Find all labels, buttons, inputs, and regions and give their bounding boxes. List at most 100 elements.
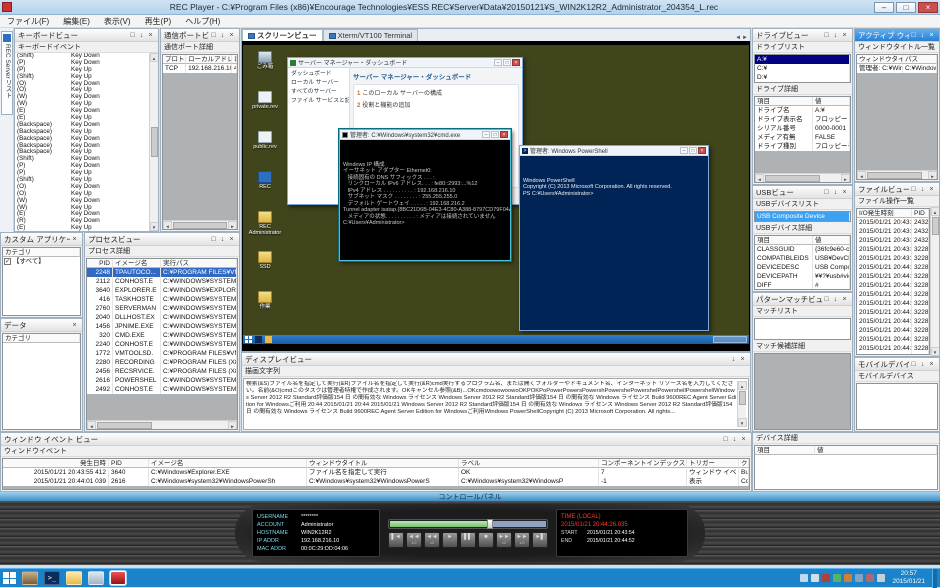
float-icon[interactable]: □ [721, 434, 730, 445]
explorer-taskbar-icon[interactable] [265, 336, 272, 343]
close-icon[interactable]: × [840, 30, 849, 41]
powershell-taskbar-icon[interactable]: >_ [44, 571, 60, 585]
screen-view[interactable]: ごみ箱private.revpublic.revRECREC Administr… [241, 41, 751, 352]
table-row[interactable]: DEVICEDESCUSB Composite ... [755, 263, 850, 272]
powershell-window[interactable]: > 管理者: Windows PowerShell –□× Windows Po… [519, 145, 709, 331]
desktop-icon[interactable]: SSD [243, 251, 287, 270]
show-desktop-button[interactable] [932, 569, 937, 588]
table-row[interactable]: 2015/01/21 20:44:013228 [857, 299, 929, 308]
scroll-left-icon[interactable]: ◄ [87, 421, 96, 430]
seek-slider[interactable] [388, 519, 548, 529]
close-button[interactable]: × [918, 2, 938, 13]
start-button[interactable] [3, 572, 16, 584]
vertical-scrollbar[interactable]: ▲ ▼ [737, 381, 746, 427]
table-row[interactable]: CLASSGUID{36fc9e60-c465-11... [755, 245, 850, 254]
table-row[interactable]: TCP192.168.216.1049181 [163, 64, 237, 73]
pin-icon[interactable]: ↓ [831, 30, 840, 41]
transport-button[interactable]: ► [442, 532, 458, 548]
scroll-down-icon[interactable]: ▼ [738, 418, 747, 427]
nav-item[interactable]: すべてのサーバー [288, 88, 349, 97]
close-icon[interactable]: × [840, 294, 849, 305]
close-icon[interactable]: × [698, 147, 706, 154]
table-row[interactable]: 2248TPAUTOCO...C:¥PROGRAM FILES¥VM [87, 268, 237, 277]
close-icon[interactable]: × [70, 234, 79, 245]
scroll-up-icon[interactable]: ▲ [738, 381, 747, 390]
table-row[interactable]: 3640EXPLORER.EC:¥WINDOWS¥EXPLORER [87, 286, 237, 295]
desktop-icon[interactable]: 作業 [243, 291, 287, 310]
table-row[interactable]: 2240CONHOST.EC:¥WINDOWS¥SYSTEM32 [87, 340, 237, 349]
tray-icon[interactable] [877, 574, 885, 582]
pin-icon[interactable]: ↓ [831, 294, 840, 305]
scroll-thumb[interactable] [97, 422, 152, 429]
table-row[interactable]: 2015/01/21 20:44:003228 [857, 272, 929, 281]
table-row[interactable]: 2015/01/21 20:44:003228 [857, 281, 929, 290]
float-icon[interactable]: □ [128, 30, 137, 41]
clock[interactable]: 20:57 2015/01/21 [888, 570, 929, 586]
tray-icon[interactable] [855, 574, 863, 582]
table-row[interactable]: 2015/01/21 20:43:552432 [857, 227, 929, 236]
scroll-thumb[interactable] [151, 127, 158, 157]
minimize-button[interactable]: – [874, 2, 894, 13]
scroll-right-icon[interactable]: ► [928, 171, 937, 180]
table-row[interactable]: DIFF# [755, 281, 850, 290]
table-row[interactable]: 416TASKHOSTEC:¥WINDOWS¥SYSTEM32 [87, 295, 237, 304]
float-icon[interactable]: □ [209, 30, 218, 41]
checkbox-icon[interactable]: ✓ [4, 258, 11, 265]
scroll-thumb[interactable] [932, 217, 939, 235]
menu-item[interactable]: 編集(E) [56, 16, 97, 27]
close-icon[interactable]: × [227, 234, 236, 245]
pin-icon[interactable]: ↓ [918, 359, 927, 370]
rec-server-list-tab[interactable]: REC Serverリスト [1, 31, 13, 115]
table-row[interactable]: 2015/01/21 20:43:55 4123640C:¥Windows¥Ex… [3, 468, 749, 477]
scroll-left-icon[interactable]: ◄ [755, 174, 764, 183]
tray-icon[interactable] [822, 574, 830, 582]
table-row[interactable]: 2015/01/21 20:44:023228 [857, 317, 929, 326]
match-list[interactable] [754, 318, 851, 340]
table-row[interactable]: 1772VMTOOLSD.C:¥PROGRAM FILES¥VM [87, 349, 237, 358]
table-row[interactable]: 2015/01/21 20:44:023228 [857, 335, 929, 344]
nav-item[interactable]: ダッシュボード [288, 70, 349, 79]
close-icon[interactable]: × [227, 30, 236, 41]
pin-icon[interactable]: ↓ [831, 187, 840, 198]
close-icon[interactable]: × [840, 187, 849, 198]
tray-icon[interactable] [800, 574, 808, 582]
vertical-scrollbar[interactable]: ▲ ▼ [149, 53, 158, 231]
table-row[interactable]: 1456JPNIME.EXEC:¥WINDOWS¥SYSTEM32 [87, 322, 237, 331]
keyboard-event-row[interactable]: (E)Key Up [15, 225, 149, 231]
nav-item[interactable]: ローカル サーバー [288, 79, 349, 88]
file-explorer-taskbar-icon[interactable] [66, 571, 82, 585]
desktop-icon[interactable]: REC [243, 171, 287, 190]
table-row[interactable]: 2015/01/21 20:43:552432 [857, 236, 929, 245]
rec-player-taskbar-icon[interactable] [110, 571, 126, 585]
control-panel-header[interactable]: コントロールパネル [0, 492, 940, 501]
horizontal-scrollbar[interactable]: ◄► [857, 170, 937, 179]
transport-button[interactable]: ▌▌ [460, 532, 476, 548]
table-row[interactable]: ドライブ名A:¥ [755, 106, 850, 115]
table-row[interactable]: 管理者: C:¥Windows¥systC:¥Windows¥sy [857, 64, 937, 73]
table-row[interactable]: 2112CONHOST.EC:¥WINDOWS¥SYSTEM32 [87, 277, 237, 286]
maximize-button[interactable]: □ [896, 2, 916, 13]
table-row[interactable]: 2760SERVERMANC:¥WINDOWS¥SYSTEM32 [87, 304, 237, 313]
computer-taskbar-icon[interactable] [88, 571, 104, 585]
scroll-thumb[interactable] [739, 391, 746, 405]
table-row[interactable]: 2015/01/21 20:44:01 0392616C:¥Windows¥sy… [3, 477, 749, 486]
powershell-taskbar-icon[interactable] [255, 336, 262, 343]
quick-start-item[interactable]: 2役割と機能の追加 [357, 100, 515, 112]
desktop-icon[interactable]: ごみ箱 [243, 51, 287, 70]
table-row[interactable]: COMPATIBLEIDSUSB¥DevClass_... [755, 254, 850, 263]
close-icon[interactable]: × [738, 354, 747, 365]
server-manager-taskbar-icon[interactable] [22, 571, 38, 585]
table-row[interactable]: メディア有無FALSE [755, 133, 850, 142]
transport-button[interactable]: ►►1/2 [514, 532, 530, 548]
scroll-up-icon[interactable]: ▲ [931, 207, 940, 216]
table-row[interactable]: ドライブ表示名フロッピー ディスク ドライブ [755, 115, 850, 124]
pin-icon[interactable]: ↓ [137, 30, 146, 41]
transport-button[interactable]: ◄◄1/2 [406, 532, 422, 548]
float-icon[interactable]: □ [209, 234, 218, 245]
scroll-left-icon[interactable]: ◄ [163, 221, 172, 230]
table-row[interactable]: DEVICEPATH¥¥?¥usb#vid_0e... [755, 272, 850, 281]
table-row[interactable]: 2280RECORDINGC:¥PROGRAM FILES (X8 [87, 358, 237, 367]
menu-item[interactable]: ヘルプ(H) [178, 16, 227, 27]
scroll-thumb[interactable] [765, 175, 820, 182]
mobile-device-list[interactable] [856, 383, 938, 430]
